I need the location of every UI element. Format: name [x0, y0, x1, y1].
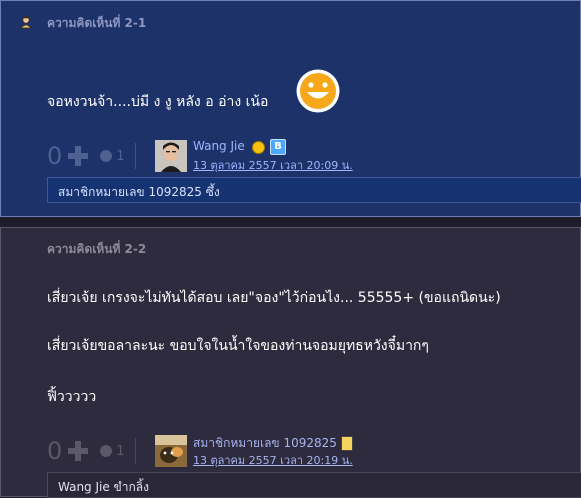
emotion-icon [100, 445, 113, 457]
comment-2-2: ความคิดเห็นที่ 2-2 เสี่ยวเจ้ย เกรงจะไม่ท… [0, 227, 581, 498]
comment-text-line-3: ฟิ้ววววว [47, 389, 97, 405]
smiley-icon [296, 69, 340, 113]
emotion-count: 1 [116, 148, 125, 164]
comment-header: ความคิดเห็นที่ 2-2 [47, 242, 147, 256]
plus-icon[interactable] [68, 441, 89, 461]
phone-badge-icon [341, 436, 353, 451]
b-badge-icon: B [270, 139, 286, 155]
post-time[interactable]: 13 ตุลาคม 2557 เวลา 20:19 น. [193, 451, 353, 469]
reply-preview-text: สมาชิกหมายเลข 1092825 ซึ้ง [58, 185, 220, 199]
avatar[interactable] [155, 140, 187, 172]
reply-preview[interactable]: สมาชิกหมายเลข 1092825 ซึ้ง [47, 177, 581, 203]
divider [134, 438, 136, 464]
comment-text-line-1: เสี่ยวเจ้ย เกรงจะไม่ทันได้สอบ เลย"จอง"ไว… [47, 290, 501, 306]
plus-icon[interactable] [68, 146, 89, 166]
laugh-badge-icon [252, 141, 265, 154]
reply-preview-text: Wang Jie ขำกลิ้ง [58, 480, 149, 494]
comment-header: ความคิดเห็นที่ 2-1 [47, 16, 147, 30]
poster-name[interactable]: Wang Jie [193, 139, 245, 153]
divider [134, 143, 136, 169]
vote-area: 0 1 [47, 438, 136, 464]
vote-count: 0 [47, 142, 63, 170]
reply-preview[interactable]: Wang Jie ขำกลิ้ง [47, 472, 581, 498]
emotion-count: 1 [116, 443, 125, 459]
emotion-icon [100, 150, 113, 162]
comment-text: จอหงวนจ้า....บ่มี ง งู หลัง อ อ่าง เน้อ [47, 94, 269, 110]
emotion-button[interactable]: 1 [100, 443, 125, 459]
avatar[interactable] [155, 435, 187, 467]
vote-count: 0 [47, 437, 63, 465]
post-time[interactable]: 13 ตุลาคม 2557 เวลา 20:09 น. [193, 156, 353, 174]
comment-2-1: ความคิดเห็นที่ 2-1 จอหงวนจ้า....บ่มี ง ง… [0, 0, 581, 217]
comment-text-line-2: เสี่ยวเจ้ยขอลาละนะ ขอบใจในน้ำใจของท่านจอ… [47, 338, 429, 354]
vote-area: 0 1 [47, 143, 136, 169]
user-icon [20, 16, 32, 29]
emotion-button[interactable]: 1 [100, 148, 125, 164]
